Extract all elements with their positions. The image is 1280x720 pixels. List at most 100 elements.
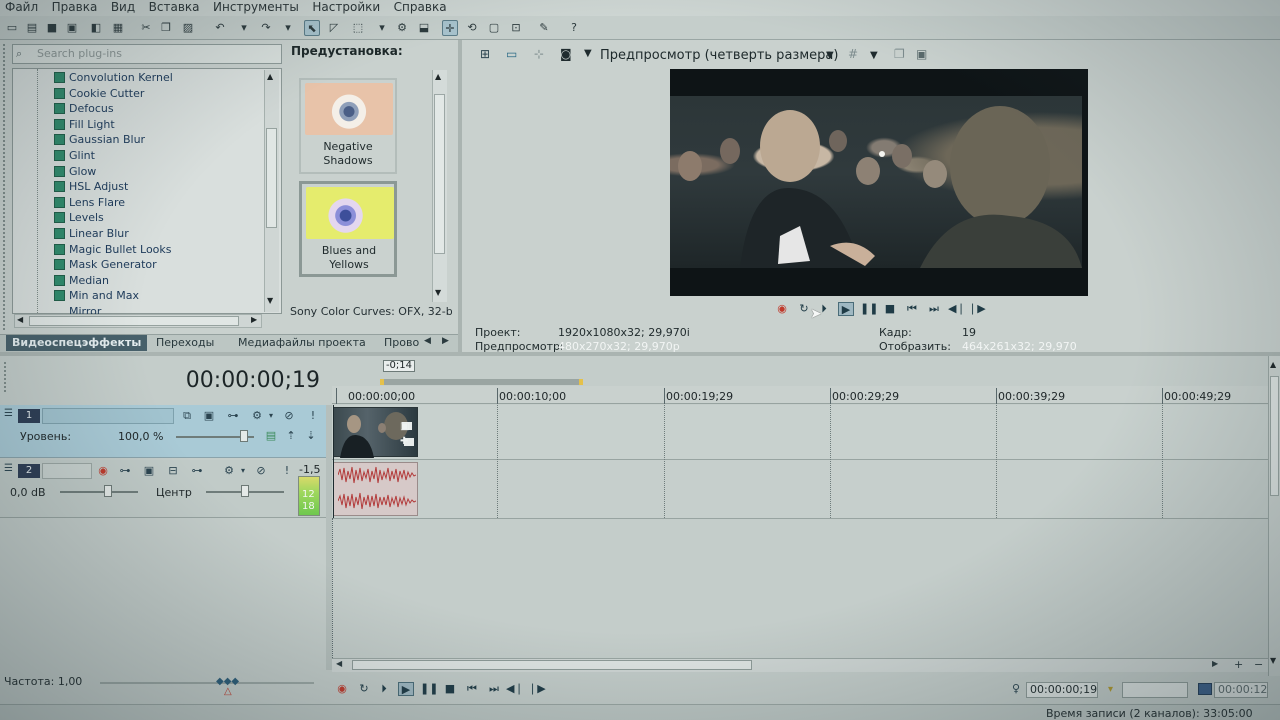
save-snapshot-icon[interactable]: ▣ — [916, 47, 927, 61]
paste-icon[interactable]: ▨ — [180, 20, 196, 36]
open-icon[interactable]: ▤ — [24, 20, 40, 36]
auto-crossfade-icon[interactable]: ✛ — [442, 20, 458, 36]
mute-icon[interactable]: ⊘ — [282, 409, 296, 423]
plugin-item[interactable]: Fill Light — [69, 117, 115, 132]
external-monitor-icon[interactable]: ▭ — [506, 47, 522, 63]
loop-playback-icon[interactable]: ↻ — [356, 682, 372, 696]
preview-properties-icon[interactable]: ⊞ — [480, 47, 496, 63]
go-to-end-icon[interactable]: ⏭ — [926, 302, 942, 316]
preset-blues-and-yellows[interactable]: Blues and Yellows — [299, 181, 397, 277]
timeline-vscrollbar[interactable]: ▲ ▼ — [1268, 356, 1280, 676]
go-to-start-icon[interactable]: ⏮ — [464, 682, 480, 696]
track-fx-icon[interactable]: ▣ — [142, 464, 156, 478]
preset-negative-shadows[interactable]: Negative Shadows — [299, 78, 397, 174]
invert-phase-icon[interactable]: ⊶ — [118, 464, 132, 478]
scroll-up-icon[interactable]: ▲ — [1270, 360, 1276, 369]
menu-edit[interactable]: Правка — [47, 0, 103, 14]
chevron-down-icon[interactable]: ▼ — [870, 50, 878, 61]
scroll-thumb[interactable] — [352, 660, 752, 670]
plugin-item[interactable]: Levels — [69, 210, 104, 225]
selection-end-field[interactable] — [1122, 682, 1188, 698]
menu-file[interactable]: Файл — [0, 0, 43, 14]
lock-envelopes-icon[interactable]: ▢ — [486, 20, 502, 36]
level-slider-thumb[interactable] — [240, 430, 248, 442]
solo-icon[interactable]: ! — [280, 464, 294, 478]
tab-project-media[interactable]: Медиафайлы проекта — [232, 335, 372, 351]
pan-slider-thumb[interactable] — [241, 485, 249, 497]
scroll-right-icon[interactable]: ▶ — [1212, 659, 1218, 668]
plugin-item[interactable]: Convolution Kernel — [69, 70, 173, 85]
rate-slider-track[interactable] — [100, 682, 314, 684]
plugin-item[interactable]: Mask Generator — [69, 257, 157, 272]
volume-slider-thumb[interactable] — [104, 485, 112, 497]
plugin-item[interactable]: Cookie Cutter — [69, 86, 144, 101]
undo-icon[interactable]: ↶ — [212, 20, 228, 36]
render-icon[interactable]: ◧ — [88, 20, 104, 36]
plugin-item[interactable]: Lens Flare — [69, 195, 125, 210]
playhead-cursor[interactable] — [333, 405, 334, 518]
scroll-thumb[interactable] — [29, 316, 239, 326]
ripple-icon[interactable]: ⟲ — [464, 20, 480, 36]
tab-scroll-right-icon[interactable]: ▶ — [442, 336, 449, 346]
preview-quality-dropdown[interactable]: Предпросмотр (четверть размера) — [600, 48, 838, 63]
normal-edit-tool-icon[interactable]: ⬉ — [304, 20, 320, 36]
menu-view[interactable]: Вид — [106, 0, 140, 14]
plugin-item[interactable]: Linear Blur — [69, 226, 129, 241]
copy-icon[interactable]: ❐ — [158, 20, 174, 36]
plugin-list-scrollbar[interactable]: ▲ ▼ — [264, 70, 279, 312]
audio-track-lane[interactable] — [332, 460, 1268, 518]
menu-help[interactable]: Справка — [389, 0, 452, 14]
preview-quality-icon[interactable]: ◙ — [560, 47, 576, 63]
scroll-left-icon[interactable]: ◀ — [17, 315, 23, 324]
mute-icon[interactable]: ⊘ — [254, 464, 268, 478]
new-icon[interactable]: ▭ — [4, 20, 20, 36]
plugin-item[interactable]: Glow — [69, 164, 96, 179]
zoom-tool-icon[interactable]: ⚙ — [394, 20, 410, 36]
chevron-down-icon[interactable]: ▾ — [236, 464, 250, 478]
play-icon[interactable]: ▶ — [398, 682, 414, 696]
record-icon[interactable]: ◉ — [334, 682, 350, 696]
scroll-down-icon[interactable]: ▼ — [435, 288, 441, 297]
copy-snapshot-icon[interactable]: ❐ — [894, 47, 905, 61]
next-frame-icon[interactable]: ❘▶ — [968, 302, 986, 316]
zoom-in-icon[interactable]: + — [1234, 658, 1243, 671]
track-name-field[interactable] — [42, 463, 92, 479]
overlays-icon[interactable]: # — [848, 47, 858, 61]
scroll-thumb[interactable] — [434, 94, 445, 254]
crop-icon[interactable]: ⊡ — [508, 20, 524, 36]
redo-icon[interactable]: ↷ — [258, 20, 274, 36]
panel-grip[interactable] — [4, 362, 6, 392]
save-icon[interactable]: ■ — [44, 20, 60, 36]
track-settings-icon[interactable]: ⚙ — [222, 464, 236, 478]
scroll-thumb[interactable] — [1270, 376, 1279, 496]
selection-tool-icon[interactable]: ⬚ — [350, 20, 366, 36]
go-to-end-icon[interactable]: ⏭ — [486, 682, 502, 696]
pause-icon[interactable]: ❚❚ — [860, 302, 878, 316]
time-ruler[interactable] — [332, 386, 1268, 404]
video-event-clip[interactable] — [333, 407, 418, 458]
stop-icon[interactable]: ■ — [882, 302, 898, 316]
save-as-icon[interactable]: ▣ — [64, 20, 80, 36]
previous-frame-icon[interactable]: ◀❘ — [948, 302, 966, 316]
previous-frame-icon[interactable]: ◀❘ — [506, 682, 524, 696]
audio-event-clip[interactable] — [333, 462, 418, 516]
tab-explorer[interactable]: Прово — [378, 335, 425, 351]
selection-start-field[interactable]: 00:00:00;19 — [1026, 682, 1098, 698]
compositing-mode-icon[interactable]: ⊶ — [226, 409, 240, 423]
event-fx-icon[interactable]: ✚ — [400, 436, 408, 447]
selection-length-field[interactable]: 00:00:12;11 — [1214, 682, 1268, 698]
tab-scroll-left-icon[interactable]: ◀ — [424, 336, 431, 346]
menu-options[interactable]: Настройки — [307, 0, 385, 14]
scroll-down-icon[interactable]: ▼ — [267, 296, 273, 305]
search-input[interactable]: Search plug-ins — [12, 44, 282, 64]
chevron-down-icon[interactable]: ▾ — [264, 409, 278, 423]
track-name-field[interactable] — [42, 408, 174, 424]
volume-slider-track[interactable] — [60, 491, 138, 493]
loop-region-bar[interactable] — [380, 379, 583, 385]
envelope-tool-icon[interactable]: ◸ — [326, 20, 342, 36]
scroll-right-icon[interactable]: ▶ — [251, 315, 257, 324]
make-compositing-child-icon[interactable]: ⇣ — [304, 429, 318, 443]
menu-tools[interactable]: Инструменты — [208, 0, 304, 14]
selection-dropdown-icon[interactable]: ▾ — [374, 20, 390, 36]
plugin-list-hscrollbar[interactable]: ◀ ▶ — [14, 314, 262, 328]
